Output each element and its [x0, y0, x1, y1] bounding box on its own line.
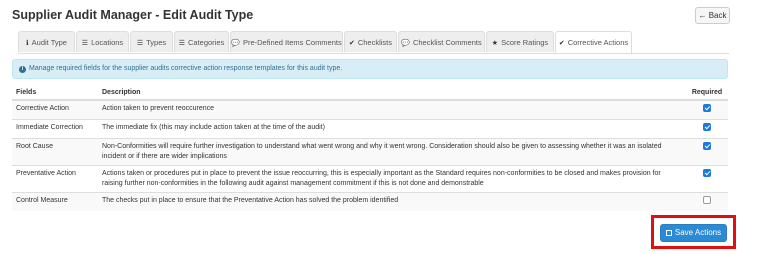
- back-button[interactable]: ← Back: [695, 7, 730, 24]
- column-header-required: Required: [686, 85, 728, 101]
- field-description: Non-Conformities will require further in…: [98, 138, 686, 166]
- tab-label: Score Ratings: [501, 38, 549, 47]
- tab-checklists[interactable]: ✔ Checklists: [344, 31, 397, 52]
- comments-icon: 💬: [231, 40, 240, 47]
- star-icon: ★: [491, 40, 499, 47]
- field-name: Immediate Correction: [12, 119, 98, 139]
- tab-label: Corrective Actions: [567, 38, 629, 47]
- required-checkbox[interactable]: [703, 142, 711, 150]
- page-title: Supplier Audit Manager - Edit Audit Type: [12, 8, 254, 22]
- tab-label: Locations: [91, 38, 124, 47]
- table-row: Preventative Action Actions taken or pro…: [12, 165, 728, 193]
- tab-label: Categories: [188, 38, 225, 47]
- info-circle-icon: i: [19, 66, 26, 73]
- tab-label: Checklist Comments: [412, 38, 482, 47]
- field-description: Action taken to prevent reoccurence: [98, 99, 686, 120]
- tab-pre-defined-items-comments[interactable]: 💬 Pre-Defined Items Comments: [230, 31, 343, 52]
- required-checkbox[interactable]: [703, 169, 711, 177]
- tab-types[interactable]: ☰ Types: [130, 31, 173, 52]
- check-circle-icon: ✔: [348, 40, 355, 47]
- back-button-label: Back: [708, 11, 727, 20]
- arrow-left-icon: ←: [698, 11, 707, 20]
- tab-label: Audit Type: [31, 38, 67, 47]
- tab-corrective-actions[interactable]: ✔ Corrective Actions: [555, 31, 632, 53]
- table-row: Immediate Correction The immediate fix (…: [12, 119, 728, 139]
- table-row: Control Measure The checks put in place …: [12, 192, 728, 211]
- list-icon: ☰: [136, 40, 144, 47]
- info-alert: i Manage required fields for the supplier…: [12, 59, 728, 79]
- field-name: Control Measure: [12, 192, 98, 211]
- info-icon: ℹ: [26, 40, 29, 47]
- tab-checklist-comments[interactable]: 💬 Checklist Comments: [398, 31, 485, 52]
- tab-audit-type[interactable]: ℹ Audit Type: [18, 31, 75, 52]
- field-description: The immediate fix (this may include acti…: [98, 119, 686, 139]
- tab-score-ratings[interactable]: ★ Score Ratings: [486, 31, 554, 52]
- check-icon: ✔: [558, 40, 565, 47]
- list-icon: ☰: [178, 40, 185, 47]
- required-checkbox[interactable]: [703, 123, 711, 131]
- required-checkbox[interactable]: [703, 196, 711, 204]
- required-checkbox[interactable]: [703, 104, 711, 112]
- column-header-description: Description: [98, 85, 686, 101]
- required-fields-table: Fields Description Required Corrective A…: [12, 85, 728, 211]
- field-description: Actions taken or procedures put in place…: [98, 165, 686, 193]
- highlight-box: [651, 215, 736, 249]
- field-name: Root Cause: [12, 138, 98, 166]
- field-name: Corrective Action: [12, 99, 98, 120]
- info-text: Manage required fields for the supplier …: [29, 65, 343, 72]
- tab-label: Pre-Defined Items Comments: [242, 38, 342, 47]
- tab-categories[interactable]: ☰ Categories: [174, 31, 229, 52]
- table-row: Corrective Action Action taken to preven…: [12, 99, 728, 120]
- tab-label: Checklists: [357, 38, 393, 47]
- field-description: The checks put in place to ensure that t…: [98, 192, 686, 211]
- list-icon: ☰: [81, 40, 89, 47]
- page-header: Supplier Audit Manager - Edit Audit Type…: [0, 0, 735, 32]
- tab-locations[interactable]: ☰ Locations: [76, 31, 129, 52]
- comments-icon: 💬: [401, 40, 410, 47]
- tab-label: Types: [146, 38, 167, 47]
- table-header-row: Fields Description Required: [12, 85, 728, 101]
- column-header-fields: Fields: [12, 85, 98, 101]
- field-name: Preventative Action: [12, 165, 98, 193]
- table-row: Root Cause Non-Conformities will require…: [12, 138, 728, 166]
- tab-bar: ℹ Audit Type ☰ Locations ☰ Types ☰ Categorie…: [18, 31, 729, 54]
